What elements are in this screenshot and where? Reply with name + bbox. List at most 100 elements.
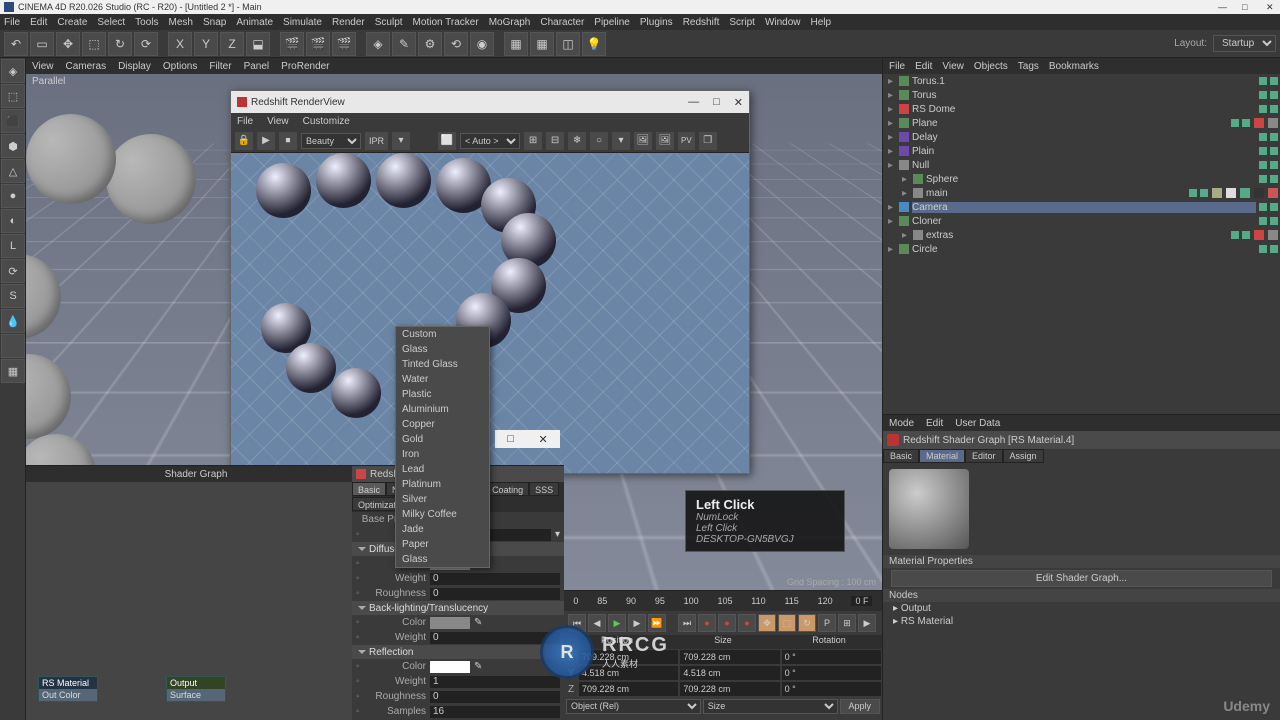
pass-select[interactable]: Beauty bbox=[301, 133, 361, 149]
param-icon[interactable]: P bbox=[818, 614, 836, 632]
tree-item-camera[interactable]: ▸Camera bbox=[883, 200, 1280, 214]
auto-select[interactable]: < Auto > bbox=[460, 133, 520, 149]
tree-item-sphere[interactable]: ▸Sphere bbox=[883, 172, 1280, 186]
size-mode-select[interactable]: Size bbox=[703, 699, 838, 714]
toolbar-btn-2[interactable]: ✥ bbox=[56, 32, 80, 56]
viewport-menu-panel[interactable]: Panel bbox=[244, 61, 270, 72]
goto-end-icon[interactable]: ⏭ bbox=[678, 614, 696, 632]
maximize-icon[interactable]: □ bbox=[713, 96, 720, 109]
copy-icon[interactable]: ❐ bbox=[699, 132, 717, 150]
samples-input[interactable]: 16 bbox=[430, 706, 560, 718]
toolbar-btn-18[interactable]: ⚙ bbox=[418, 32, 442, 56]
grid-icon[interactable]: ⊞ bbox=[524, 132, 542, 150]
toolbar-btn-1[interactable]: ▭ bbox=[30, 32, 54, 56]
preset-item-jade[interactable]: Jade bbox=[396, 522, 489, 537]
reflection-section[interactable]: Reflection bbox=[369, 647, 413, 658]
attr-subtab-material[interactable]: Material bbox=[919, 449, 965, 463]
attr-subtab-assign[interactable]: Assign bbox=[1003, 449, 1044, 463]
preset-item-silver[interactable]: Silver bbox=[396, 492, 489, 507]
coord-rot-y[interactable]: 0 ° bbox=[782, 666, 881, 680]
maximize-icon[interactable]: □ bbox=[1242, 2, 1252, 13]
toolbar-btn-12[interactable]: 🎬 bbox=[280, 32, 304, 56]
scale-icon[interactable]: ⬚ bbox=[778, 614, 796, 632]
stop-icon[interactable]: ⏹ bbox=[279, 132, 297, 150]
preset-item-gold[interactable]: Gold bbox=[396, 432, 489, 447]
layout-select[interactable]: Startup bbox=[1213, 35, 1276, 52]
toolbar-btn-16[interactable]: ◈ bbox=[366, 32, 390, 56]
picker-icon[interactable]: ✎ bbox=[474, 661, 482, 672]
left-tool-10[interactable]: 💧 bbox=[1, 309, 25, 333]
preset-item-iron[interactable]: Iron bbox=[396, 447, 489, 462]
toolbar-btn-25[interactable]: 💡 bbox=[582, 32, 606, 56]
tree-item-main[interactable]: ▸main bbox=[883, 186, 1280, 200]
obj-tab-objects[interactable]: Objects bbox=[974, 61, 1008, 72]
img-icon[interactable]: 🖼 bbox=[634, 132, 652, 150]
tree-item-extras[interactable]: ▸extras bbox=[883, 228, 1280, 242]
weight-input[interactable]: 0 bbox=[430, 573, 560, 585]
play-icon[interactable]: ▶ bbox=[257, 132, 275, 150]
toolbar-btn-13[interactable]: 🎬 bbox=[306, 32, 330, 56]
toolbar-btn-5[interactable]: ⟳ bbox=[134, 32, 158, 56]
preset-item-glass[interactable]: Glass bbox=[396, 342, 489, 357]
tree-item-null[interactable]: ▸Null bbox=[883, 158, 1280, 172]
preset-item-glass[interactable]: Glass bbox=[396, 552, 489, 567]
grid2-icon[interactable]: ⊟ bbox=[546, 132, 564, 150]
preset-item-platinum[interactable]: Platinum bbox=[396, 477, 489, 492]
toolbar-btn-7[interactable]: X bbox=[168, 32, 192, 56]
left-tool-8[interactable]: ⟳ bbox=[1, 259, 25, 283]
menu-edit[interactable]: Edit bbox=[30, 17, 47, 28]
preset-item-lead[interactable]: Lead bbox=[396, 462, 489, 477]
preset-item-tinted-glass[interactable]: Tinted Glass bbox=[396, 357, 489, 372]
toolbar-btn-23[interactable]: ▦ bbox=[530, 32, 554, 56]
attr-tab-edit[interactable]: Edit bbox=[926, 418, 943, 429]
toolbar-btn-4[interactable]: ↻ bbox=[108, 32, 132, 56]
menu-redshift[interactable]: Redshift bbox=[683, 17, 720, 28]
menu-mograph[interactable]: MoGraph bbox=[489, 17, 531, 28]
toolbar-btn-9[interactable]: Z bbox=[220, 32, 244, 56]
menu-tools[interactable]: Tools bbox=[135, 17, 158, 28]
roughness-input[interactable]: 0 bbox=[430, 588, 560, 600]
obj-tab-bookmarks[interactable]: Bookmarks bbox=[1049, 61, 1099, 72]
menu-character[interactable]: Character bbox=[540, 17, 584, 28]
timeline-ruler[interactable]: 08590951001051101151200 F bbox=[564, 591, 882, 611]
crop-icon[interactable]: ⬜ bbox=[438, 132, 456, 150]
menu-motion-tracker[interactable]: Motion Tracker bbox=[413, 17, 479, 28]
menu-select[interactable]: Select bbox=[97, 17, 125, 28]
left-tool-6[interactable]: ◐ bbox=[1, 209, 25, 233]
ipr-button[interactable]: IPR bbox=[365, 132, 388, 150]
play2-icon[interactable]: ▶ bbox=[858, 614, 876, 632]
minimize-icon[interactable]: — bbox=[688, 96, 699, 109]
close-icon[interactable]: ✕ bbox=[734, 96, 743, 109]
menu-create[interactable]: Create bbox=[57, 17, 87, 28]
render-menu-view[interactable]: View bbox=[267, 116, 289, 127]
material-preview[interactable] bbox=[889, 469, 969, 549]
rot-icon[interactable]: ↻ bbox=[798, 614, 816, 632]
edit-shader-button[interactable]: Edit Shader Graph... bbox=[891, 570, 1272, 587]
shader-graph-stage[interactable]: RS Material Out Color Output Surface bbox=[26, 482, 366, 720]
tree-item-rs-dome[interactable]: ▸RS Dome bbox=[883, 102, 1280, 116]
coord-rot-x[interactable]: 0 ° bbox=[782, 650, 881, 664]
menu-render[interactable]: Render bbox=[332, 17, 365, 28]
menu-window[interactable]: Window bbox=[765, 17, 801, 28]
preset-item-custom[interactable]: Custom bbox=[396, 327, 489, 342]
color-swatch[interactable] bbox=[430, 617, 470, 629]
menu-file[interactable]: File bbox=[4, 17, 20, 28]
render-menu-customize[interactable]: Customize bbox=[303, 116, 350, 127]
menu-animate[interactable]: Animate bbox=[236, 17, 273, 28]
arrow2-icon[interactable]: ▾ bbox=[612, 132, 630, 150]
preset-item-aluminium[interactable]: Aluminium bbox=[396, 402, 489, 417]
pv-icon[interactable]: PV bbox=[678, 132, 695, 150]
obj-tab-edit[interactable]: Edit bbox=[915, 61, 932, 72]
menu-pipeline[interactable]: Pipeline bbox=[594, 17, 630, 28]
tree-item-delay[interactable]: ▸Delay bbox=[883, 130, 1280, 144]
mat-tab-sss[interactable]: SSS bbox=[529, 482, 559, 496]
menu-help[interactable]: Help bbox=[811, 17, 832, 28]
coord-size-x[interactable]: 709.228 cm bbox=[680, 650, 779, 664]
tree-item-cloner[interactable]: ▸Cloner bbox=[883, 214, 1280, 228]
close-icon[interactable]: ✕ bbox=[1266, 2, 1276, 13]
shader-node-output[interactable]: Output Surface bbox=[166, 676, 226, 702]
left-tool-11[interactable] bbox=[1, 334, 25, 358]
toolbar-btn-3[interactable]: ⬚ bbox=[82, 32, 106, 56]
object-rel-select[interactable]: Object (Rel) bbox=[566, 699, 701, 714]
viewport-menu-cameras[interactable]: Cameras bbox=[66, 61, 107, 72]
